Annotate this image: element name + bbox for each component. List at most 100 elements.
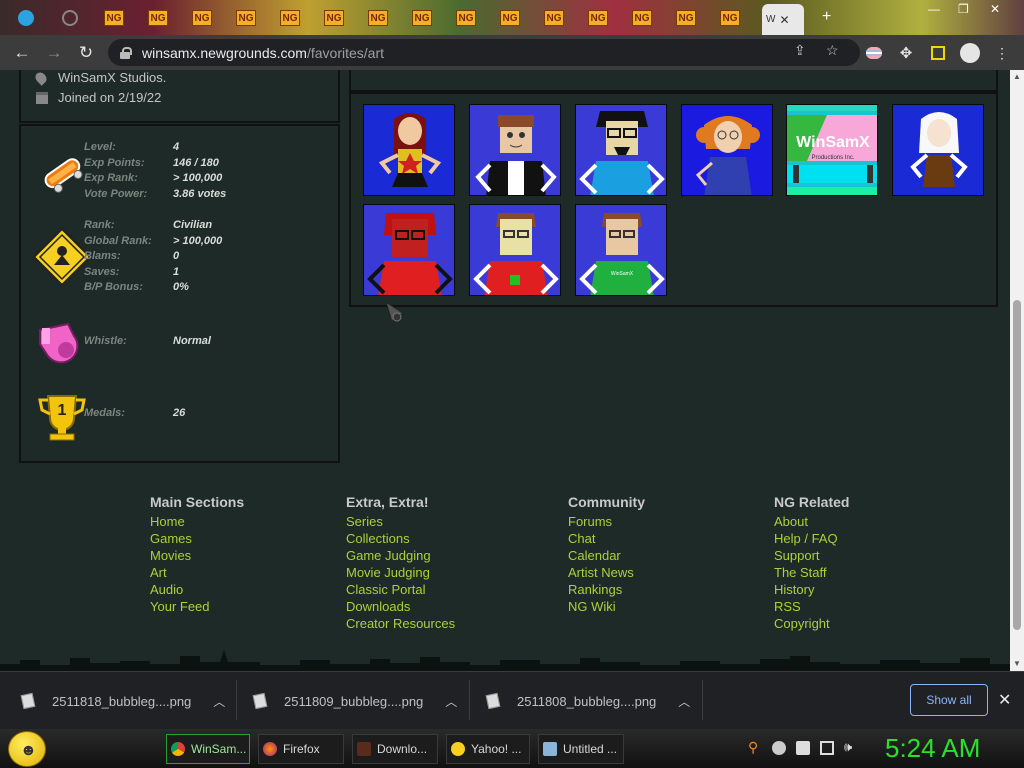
footer-link-help-faq[interactable]: Help / FAQ (774, 531, 849, 548)
close-downloads-icon[interactable]: ✕ (998, 690, 1011, 710)
footer-link-home[interactable]: Home (150, 514, 244, 531)
footer-main-sections: Main Sections Home Games Movies Art Audi… (150, 494, 244, 616)
footer-link-collections[interactable]: Collections (346, 531, 455, 548)
footer-link-art[interactable]: Art (150, 565, 244, 582)
sidebar-icon[interactable] (928, 43, 948, 63)
footer-link-series[interactable]: Series (346, 514, 455, 531)
tab-newgrounds[interactable]: NG (224, 4, 268, 32)
show-all-button[interactable]: Show all (910, 684, 988, 716)
chevron-up-icon[interactable]: ︿ (678, 693, 690, 710)
tab-newgrounds[interactable]: NG (620, 4, 664, 32)
art-thumbnail[interactable] (681, 104, 773, 196)
footer-link-movie-judging[interactable]: Movie Judging (346, 565, 455, 582)
tab-newgrounds[interactable]: NG (268, 4, 312, 32)
tab-newgrounds[interactable]: NG (400, 4, 444, 32)
scroll-thumb[interactable] (1013, 300, 1021, 630)
page-scrollbar[interactable]: ▲ ▼ (1010, 70, 1024, 671)
close-tab-icon[interactable]: ✕ (779, 13, 789, 27)
footer-ng-related: NG Related About Help / FAQ Support The … (774, 494, 849, 633)
scroll-up-icon[interactable]: ▲ (1013, 72, 1021, 81)
art-thumbnail[interactable]: WinSamX Productions Inc. (786, 104, 878, 196)
tab-telegram[interactable] (4, 4, 48, 32)
close-window-icon[interactable]: ✕ (990, 2, 1000, 16)
bookmark-star-icon[interactable]: ☆ (826, 42, 839, 59)
restore-icon[interactable]: ❐ (958, 2, 969, 16)
tab-newgrounds[interactable]: NG (488, 4, 532, 32)
start-button-smiley-icon[interactable]: ☻ (8, 731, 46, 767)
tab-newgrounds[interactable]: NG (136, 4, 180, 32)
scroll-down-icon[interactable]: ▼ (1013, 659, 1021, 668)
footer-link-rankings[interactable]: Rankings (568, 582, 645, 599)
chevron-up-icon[interactable]: ︿ (445, 693, 457, 710)
extensions-puzzle-icon[interactable]: ✥ (896, 43, 916, 63)
footer-link-games[interactable]: Games (150, 531, 244, 548)
tab-active[interactable]: W ✕ (762, 4, 804, 35)
footer-link-classic-portal[interactable]: Classic Portal (346, 582, 455, 599)
footer-link-movies[interactable]: Movies (150, 548, 244, 565)
footer-link-calendar[interactable]: Calendar (568, 548, 645, 565)
footer-link-support[interactable]: Support (774, 548, 849, 565)
tab-newgrounds[interactable]: NG (92, 4, 136, 32)
profile-avatar-icon[interactable] (960, 43, 980, 63)
back-icon[interactable]: ← (6, 37, 38, 69)
art-thumbnail[interactable] (469, 104, 561, 196)
tab-generic[interactable] (48, 4, 92, 32)
art-thumbnail[interactable] (363, 104, 455, 196)
chevron-up-icon[interactable]: ︿ (213, 693, 225, 710)
footer-link-copyright[interactable]: Copyright (774, 616, 849, 633)
taskbar-item-yahoo[interactable]: Yahoo! ... (446, 734, 530, 764)
taskbar-clock[interactable]: 5:24 AM (885, 733, 980, 764)
footer-link-your-feed[interactable]: Your Feed (150, 599, 244, 616)
taskbar-item-downloads[interactable]: Downlo... (352, 734, 438, 764)
footer-link-audio[interactable]: Audio (150, 582, 244, 599)
footer-link-artist-news[interactable]: Artist News (568, 565, 645, 582)
footer-link-ng-wiki[interactable]: NG Wiki (568, 599, 645, 616)
footer-link-about[interactable]: About (774, 514, 849, 531)
tab-newgrounds[interactable]: NG (664, 4, 708, 32)
flag-extension-icon[interactable] (864, 43, 884, 63)
art-thumbnail[interactable]: WinSamX (575, 204, 667, 296)
footer-link-creator-resources[interactable]: Creator Resources (346, 616, 455, 633)
tab-newgrounds[interactable]: NG (312, 4, 356, 32)
taskbar-item-chrome[interactable]: WinSam... (166, 734, 250, 764)
tray-status-icon[interactable] (772, 741, 786, 755)
footer-link-forums[interactable]: Forums (568, 514, 645, 531)
art-thumbnail[interactable] (363, 204, 455, 296)
art-thumbnail[interactable] (575, 104, 667, 196)
tab-newgrounds[interactable]: NG (356, 4, 400, 32)
taskbar-item-notepad[interactable]: Untitled ... (538, 734, 624, 764)
volume-speaker-icon[interactable]: 🕪 (844, 739, 858, 754)
footer-link-rss[interactable]: RSS (774, 599, 849, 616)
search-magnifier-icon[interactable]: ⚲ (748, 739, 762, 755)
share-icon[interactable]: ⇪ (794, 42, 806, 59)
footer-link-downloads[interactable]: Downloads (346, 599, 455, 616)
footer-link-game-judging[interactable]: Game Judging (346, 548, 455, 565)
download-item[interactable]: 2511809_bubbleg....png ︿ (252, 672, 457, 730)
tab-newgrounds[interactable]: NG (444, 4, 488, 32)
stat-value: Normal (173, 335, 211, 347)
tab-newgrounds[interactable]: NG (180, 4, 224, 32)
art-thumbnail[interactable] (469, 204, 561, 296)
lock-icon[interactable] (120, 46, 132, 59)
footer-link-chat[interactable]: Chat (568, 531, 645, 548)
tab-newgrounds[interactable]: NG (532, 4, 576, 32)
footer-link-history[interactable]: History (774, 582, 849, 599)
tab-newgrounds[interactable]: NG (708, 4, 752, 32)
footer-link-the-staff[interactable]: The Staff (774, 565, 849, 582)
download-item[interactable]: 2511808_bubbleg....png ︿ (485, 672, 690, 730)
art-thumbnail[interactable] (892, 104, 984, 196)
download-filename: 2511808_bubbleg....png (517, 693, 657, 709)
download-item[interactable]: 2511818_bubbleg....png ︿ (20, 672, 225, 730)
new-tab-icon[interactable]: + (822, 8, 831, 26)
taskbar-item-firefox[interactable]: Firefox (258, 734, 344, 764)
location-text: WinSamX Studios. (58, 70, 167, 85)
minimize-icon[interactable]: — (928, 2, 940, 16)
taskbar-item-label: Downlo... (377, 742, 428, 756)
reload-icon[interactable]: ↻ (70, 37, 102, 69)
address-bar[interactable]: winsamx.newgrounds.com/favorites/art ⇪ ☆ (108, 39, 860, 66)
forward-icon[interactable]: → (38, 37, 70, 69)
tab-newgrounds[interactable]: NG (576, 4, 620, 32)
network-icon[interactable] (820, 741, 834, 755)
tray-flag-icon[interactable] (796, 741, 810, 755)
more-menu-icon[interactable]: ⋮ (992, 43, 1012, 63)
